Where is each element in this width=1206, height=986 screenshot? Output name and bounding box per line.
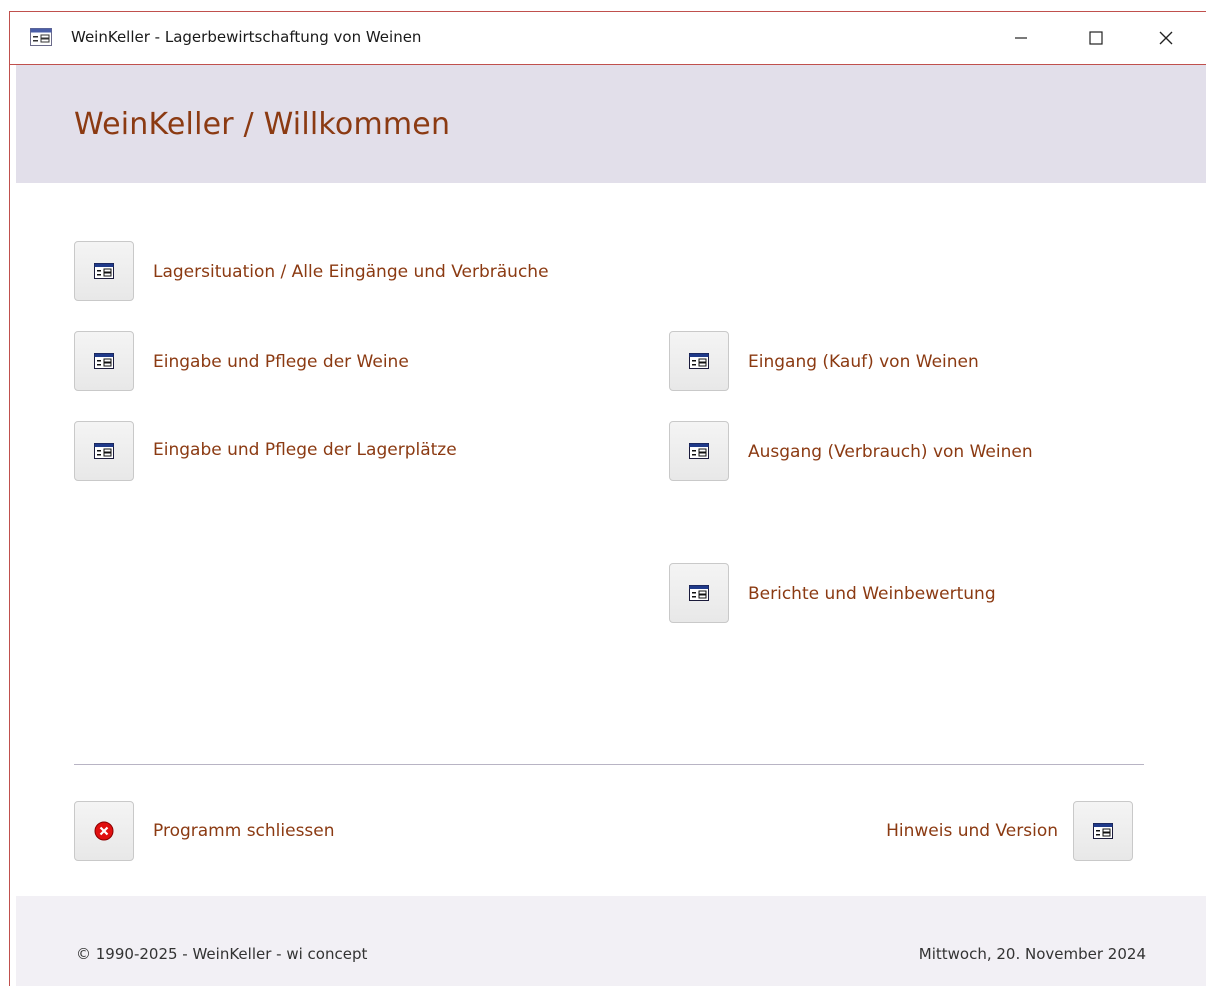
form-icon — [94, 263, 114, 279]
close-circle-icon — [94, 821, 114, 841]
close-program-label[interactable]: Programm schliessen — [153, 821, 335, 841]
berichte-button[interactable] — [669, 563, 729, 623]
form-icon — [30, 28, 52, 46]
ausgang-label[interactable]: Ausgang (Verbrauch) von Weinen — [748, 442, 1033, 462]
date-text: Mittwoch, 20. November 2024 — [918, 945, 1146, 963]
info-version-button[interactable] — [1073, 801, 1133, 861]
close-icon — [1159, 31, 1173, 45]
maximize-button[interactable] — [1073, 12, 1119, 64]
form-icon — [689, 585, 709, 601]
divider — [74, 764, 1144, 765]
form-icon — [689, 353, 709, 369]
lagerplaetze-label[interactable]: Eingabe und Pflege der Lagerplätze — [153, 440, 457, 460]
form-icon — [94, 443, 114, 459]
close-window-button[interactable] — [1143, 12, 1189, 64]
eingang-label[interactable]: Eingang (Kauf) von Weinen — [748, 352, 979, 372]
lagersituation-label[interactable]: Lagersituation / Alle Eingänge und Verbr… — [153, 262, 549, 282]
maximize-icon — [1089, 31, 1103, 45]
form-icon — [94, 353, 114, 369]
app-window: WeinKeller - Lagerbewirtschaftung von We… — [9, 11, 1206, 986]
title-bar: WeinKeller - Lagerbewirtschaftung von We… — [10, 12, 1206, 65]
form-icon — [1093, 823, 1113, 839]
lagerplaetze-button[interactable] — [74, 421, 134, 481]
form-icon — [689, 443, 709, 459]
lagersituation-button[interactable] — [74, 241, 134, 301]
eingang-button[interactable] — [669, 331, 729, 391]
minimize-button[interactable] — [998, 12, 1044, 64]
close-program-button[interactable] — [74, 801, 134, 861]
copyright-text: © 1990-2025 - WeinKeller - wi concept — [76, 945, 368, 963]
header: WeinKeller / Willkommen — [16, 65, 1206, 183]
page-title: WeinKeller / Willkommen — [74, 107, 451, 142]
ausgang-button[interactable] — [669, 421, 729, 481]
minimize-icon — [1015, 37, 1027, 39]
footer: © 1990-2025 - WeinKeller - wi concept Mi… — [16, 896, 1206, 986]
window-title: WeinKeller - Lagerbewirtschaftung von We… — [71, 28, 422, 46]
info-version-label[interactable]: Hinweis und Version — [886, 821, 1058, 841]
weine-button[interactable] — [74, 331, 134, 391]
berichte-label[interactable]: Berichte und Weinbewertung — [748, 584, 996, 604]
weine-label[interactable]: Eingabe und Pflege der Weine — [153, 352, 409, 372]
